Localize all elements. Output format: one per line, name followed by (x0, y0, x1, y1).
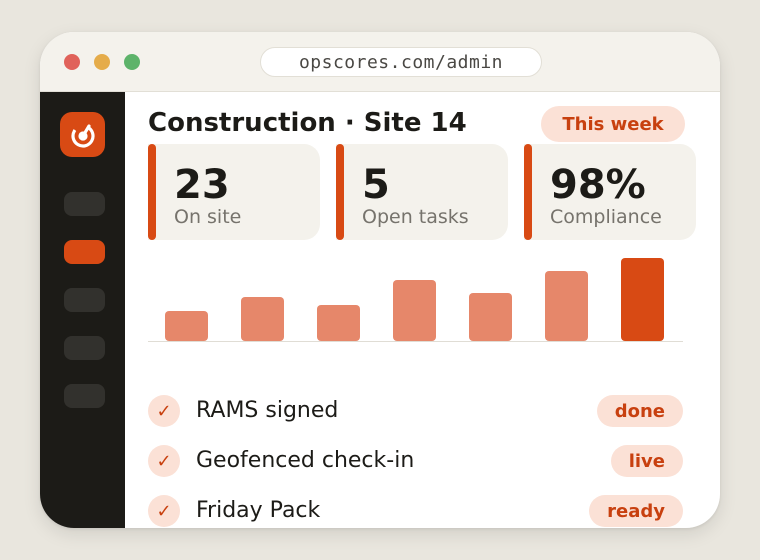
chart-bar-6 (545, 271, 588, 341)
sidebar (40, 92, 125, 528)
chart-bar-3 (317, 305, 360, 341)
sidebar-item-3[interactable] (64, 288, 105, 312)
sidebar-item-5[interactable] (64, 384, 105, 408)
status-badge: done (596, 395, 683, 427)
maximize-window-button[interactable] (124, 54, 140, 70)
stat-value: 98% (550, 162, 646, 208)
sidebar-item-2-active[interactable] (64, 240, 105, 264)
checklist-label: Friday Pack (196, 498, 321, 523)
title-bar: opscores.com/admin (40, 32, 720, 92)
checklist-label: RAMS signed (196, 398, 339, 423)
status-badge: live (610, 445, 683, 477)
checklist-row[interactable]: ✓ RAMS signed done (148, 394, 683, 428)
checklist-row[interactable]: ✓ Geofenced check-in live (148, 444, 683, 478)
chart-bar-7 (621, 258, 664, 341)
checklist-label: Geofenced check-in (196, 448, 415, 473)
chart-bar-4 (393, 280, 436, 341)
main-content: Construction · Site 14 This week 23 On s… (125, 92, 720, 528)
check-icon: ✓ (148, 445, 180, 477)
chart-bar-1 (165, 311, 208, 341)
period-filter-pill[interactable]: This week (541, 106, 685, 142)
stat-accent-bar (524, 144, 532, 240)
stat-accent-bar (336, 144, 344, 240)
chart-bar-2 (241, 297, 284, 341)
crane-hook-icon (70, 123, 95, 148)
sidebar-item-4[interactable] (64, 336, 105, 360)
status-badge: ready (589, 495, 683, 527)
stat-card-open-tasks: 5 Open tasks (336, 144, 508, 240)
chart-bar-5 (469, 293, 512, 341)
check-icon: ✓ (148, 395, 180, 427)
page-title: Construction · Site 14 (148, 108, 467, 138)
activity-bar-chart (148, 254, 683, 342)
stat-value: 23 (174, 162, 230, 208)
app-logo[interactable] (60, 112, 105, 157)
browser-window: opscores.com/admin Construction · Site 1… (40, 32, 720, 528)
sidebar-item-1[interactable] (64, 192, 105, 216)
checklist-row[interactable]: ✓ Friday Pack ready (148, 494, 683, 528)
stat-label: Open tasks (362, 206, 469, 228)
stat-label: On site (174, 206, 242, 228)
minimize-window-button[interactable] (94, 54, 110, 70)
address-bar[interactable]: opscores.com/admin (260, 47, 542, 77)
close-window-button[interactable] (64, 54, 80, 70)
stat-label: Compliance (550, 206, 662, 228)
stat-card-compliance: 98% Compliance (524, 144, 696, 240)
check-icon: ✓ (148, 495, 180, 527)
stat-accent-bar (148, 144, 156, 240)
stat-value: 5 (362, 162, 390, 208)
chart-baseline (148, 341, 683, 342)
stat-card-on-site: 23 On site (148, 144, 320, 240)
